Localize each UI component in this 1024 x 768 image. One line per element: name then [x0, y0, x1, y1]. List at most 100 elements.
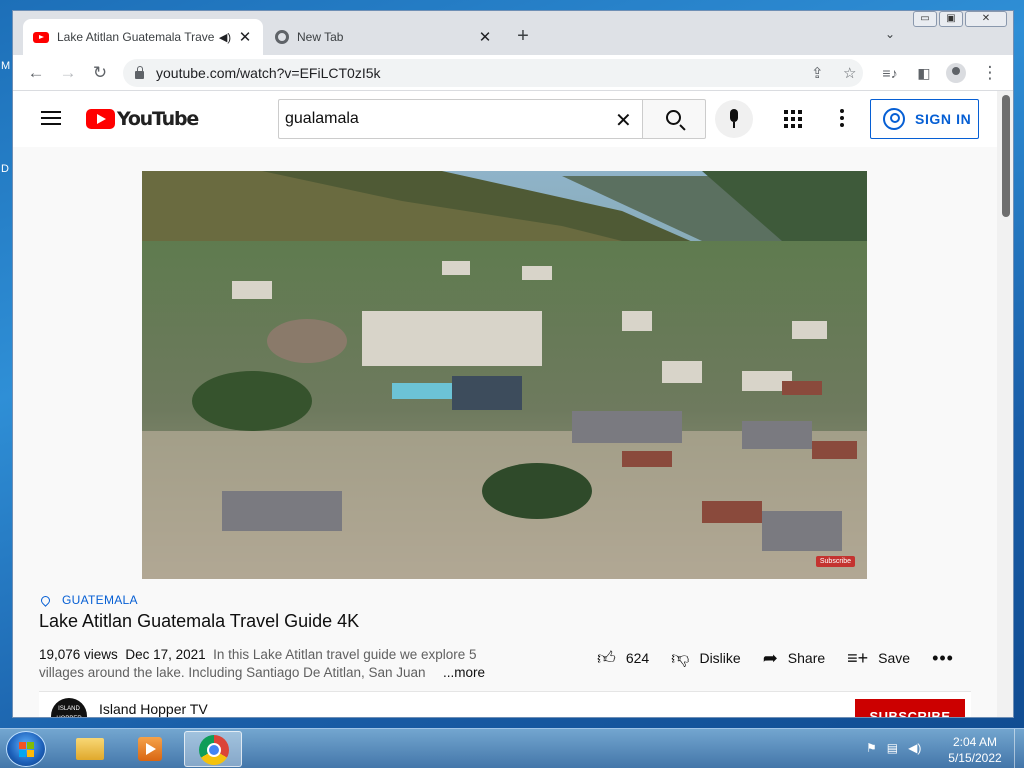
scroll-thumb[interactable] — [1002, 95, 1010, 217]
clock-time: 2:04 AM — [952, 735, 998, 749]
user-circle-icon — [883, 108, 905, 130]
location-label[interactable]: GUATEMALA — [62, 593, 138, 607]
url-text[interactable]: youtube.com/watch?v=EFiLCT0zI5k — [156, 65, 381, 81]
close-tab-icon[interactable]: ✕ — [237, 28, 253, 46]
hamburger-menu-icon[interactable] — [41, 111, 61, 125]
chrome-icon — [199, 735, 229, 765]
folder-icon — [76, 738, 104, 760]
forward-icon[interactable]: → — [57, 62, 79, 84]
star-icon[interactable]: ☆ — [843, 64, 856, 82]
taskbar-chrome[interactable] — [184, 731, 242, 767]
speaker-icon[interactable]: ◀) — [219, 31, 231, 44]
search-button[interactable] — [642, 99, 706, 139]
desktop-icon-label-fragment: D — [1, 163, 9, 175]
tab-search-chevron-icon[interactable]: ⌄ — [885, 27, 895, 41]
maximize-button[interactable]: ▣ — [939, 11, 963, 27]
side-panel-icon[interactable]: ◧ — [913, 62, 935, 84]
tab-youtube-video[interactable]: Lake Atitlan Guatemala Trave ◀) ✕ — [23, 19, 263, 55]
save-label: Save — [878, 650, 911, 666]
sign-in-button[interactable]: SIGN IN — [870, 99, 979, 139]
tab-title: Lake Atitlan Guatemala Trave — [57, 30, 215, 44]
voice-search-button[interactable] — [715, 100, 753, 138]
more-actions-button[interactable]: ••• — [932, 648, 954, 669]
location-pin-icon — [39, 593, 52, 607]
microphone-icon — [730, 109, 738, 122]
youtube-favicon-icon — [33, 31, 49, 43]
like-count: 624 — [625, 650, 650, 666]
desktop-icon-label-fragment: M — [1, 60, 11, 72]
page-viewport: YouTube ✕ SIGN IN — [13, 91, 997, 717]
close-window-button[interactable]: ✕ — [965, 11, 1007, 27]
clock-date: 5/15/2022 — [948, 751, 1002, 765]
save-button[interactable]: ≡+ Save — [847, 648, 910, 669]
media-player-icon — [138, 737, 162, 761]
description-line-2[interactable]: villages around the lake. Including Sant… — [39, 665, 439, 680]
youtube-header: YouTube ✕ SIGN IN — [13, 91, 997, 147]
page-scrollbar[interactable] — [997, 91, 1013, 717]
sign-in-label: SIGN IN — [915, 111, 972, 127]
view-count: 19,076 views — [39, 647, 118, 662]
system-tray: ⚑ ▤ ◀) — [866, 741, 921, 755]
subscribe-watermark[interactable]: Subscribe — [815, 556, 855, 567]
windows-logo-icon — [19, 742, 34, 757]
playlist-add-icon: ≡+ — [847, 647, 869, 668]
share-button[interactable]: ➦ Share — [763, 648, 825, 669]
start-button[interactable] — [6, 731, 46, 767]
browser-toolbar: ← → ↻ youtube.com/watch?v=EFiLCT0zI5k ⇪ … — [13, 55, 1013, 91]
video-title: Lake Atitlan Guatemala Travel Guide 4K — [39, 611, 360, 631]
clear-search-icon[interactable]: ✕ — [615, 108, 632, 133]
taskbar-media-player[interactable] — [120, 731, 178, 767]
youtube-logo[interactable]: YouTube — [86, 108, 199, 130]
video-player[interactable]: Subscribe — [142, 171, 867, 579]
youtube-wordmark: YouTube — [117, 108, 199, 130]
window-controls: ▭ ▣ ✕ — [913, 11, 1007, 27]
address-bar[interactable]: youtube.com/watch?v=EFiLCT0zI5k ⇪ ☆ — [123, 59, 863, 87]
search-icon — [666, 110, 681, 125]
description-line-1[interactable]: 19,076 views Dec 17, 2021 In this Lake A… — [39, 644, 499, 665]
action-center-icon[interactable]: ⚑ — [866, 741, 877, 755]
minimize-button[interactable]: ▭ — [913, 11, 937, 27]
subscribe-button[interactable]: SUBSCRIBE — [855, 699, 965, 717]
system-clock[interactable]: 2:04 AM 5/15/2022 — [940, 734, 1010, 766]
back-icon[interactable]: ← — [25, 62, 47, 84]
chrome-favicon-icon — [275, 30, 289, 44]
new-tab-button[interactable]: + — [511, 25, 535, 48]
thumbs-up-icon: 👍︎ — [597, 648, 616, 668]
browser-window: Lake Atitlan Guatemala Trave ◀) ✕ New Ta… — [12, 10, 1014, 718]
settings-kebab-icon[interactable] — [840, 109, 844, 127]
close-tab-icon[interactable]: ✕ — [477, 28, 493, 46]
youtube-play-icon — [86, 109, 115, 129]
tab-new-tab[interactable]: New Tab ✕ — [265, 19, 503, 55]
volume-icon[interactable]: ◀) — [908, 741, 921, 755]
share-icon[interactable]: ⇪ — [811, 64, 824, 82]
description-text: In this Lake Atitlan travel guide we exp… — [213, 647, 477, 662]
share-label: Share — [787, 650, 826, 666]
menu-icon[interactable]: ⋮ — [979, 62, 1001, 84]
channel-name[interactable]: Island Hopper TV — [99, 701, 208, 717]
show-desktop-button[interactable] — [1014, 729, 1024, 768]
dislike-label: Dislike — [699, 650, 741, 666]
reload-icon[interactable]: ↻ — [89, 62, 111, 84]
taskbar-explorer[interactable] — [60, 731, 118, 767]
dislike-button[interactable]: 👎︎ Dislike — [671, 647, 741, 669]
share-arrow-icon: ➦ — [762, 647, 778, 668]
video-frame-aerial-town — [142, 171, 867, 579]
channel-avatar[interactable]: ISLAND HOPPER — [51, 698, 87, 717]
media-control-icon[interactable]: ≡♪ — [879, 62, 901, 84]
thumbs-down-icon: 👎︎ — [671, 648, 690, 668]
video-actions: 👍︎ 624 👎︎ Dislike ➦ Share ≡+ Save ••• — [597, 647, 954, 669]
profile-icon[interactable] — [946, 63, 966, 83]
tab-title: New Tab — [297, 30, 344, 44]
apps-grid-icon[interactable] — [784, 110, 802, 128]
lock-icon[interactable] — [135, 66, 144, 79]
channel-row: ISLAND HOPPER Island Hopper TV SUBSCRIBE — [39, 691, 971, 717]
like-button[interactable]: 👍︎ 624 — [597, 647, 649, 669]
network-icon[interactable]: ▤ — [887, 741, 898, 755]
show-more-link[interactable]: ...more — [443, 665, 485, 680]
search-input[interactable] — [285, 100, 605, 138]
tab-strip: Lake Atitlan Guatemala Trave ◀) ✕ New Ta… — [13, 11, 1013, 55]
upload-date: Dec 17, 2021 — [125, 647, 206, 662]
windows-taskbar: ⚑ ▤ ◀) 2:04 AM 5/15/2022 — [0, 728, 1024, 768]
location-tag[interactable]: GUATEMALA — [39, 593, 138, 607]
search-box: ✕ — [278, 99, 642, 139]
